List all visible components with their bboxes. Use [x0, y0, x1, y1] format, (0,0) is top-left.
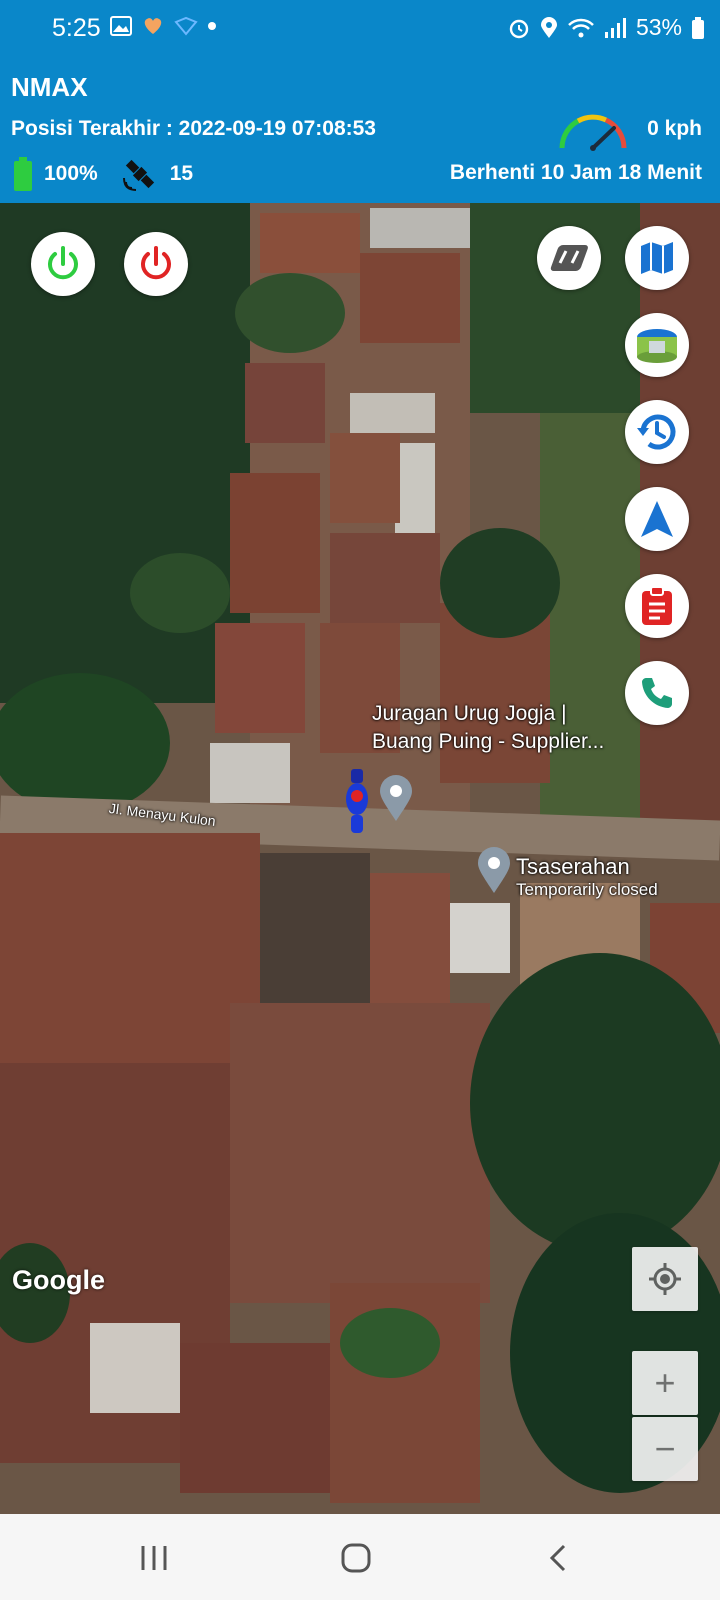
signal-icon [604, 17, 626, 38]
layers-toggle-icon [550, 245, 588, 271]
engine-off-button[interactable] [124, 232, 188, 296]
device-battery-percent: 100% [44, 162, 98, 185]
poi-pin-icon[interactable] [476, 847, 512, 895]
status-bar: 5:25 53% [0, 0, 720, 62]
geofence-button[interactable] [625, 313, 689, 377]
geofence-icon [637, 329, 677, 363]
recent-apps-button[interactable] [124, 1538, 184, 1578]
speedometer-icon [559, 114, 627, 151]
power-off-icon [141, 246, 171, 280]
system-icons: 53% [508, 14, 704, 41]
wifi-icon [568, 18, 594, 37]
navigation-arrow-icon [641, 501, 673, 537]
alarm-icon [509, 19, 529, 38]
battery-percent: 53% [635, 14, 682, 40]
battery-icon [692, 16, 704, 39]
call-button[interactable] [625, 661, 689, 725]
device-info-row: 100% 15 [14, 156, 193, 192]
health-icon [144, 18, 162, 34]
satellite-map[interactable]: Juragan Urug Jogja | Buang Puing - Suppl… [0, 203, 720, 1514]
device-battery-icon [14, 157, 32, 191]
poi-title-line1: Juragan Urug Jogja | [372, 702, 567, 725]
satellite-count: 15 [169, 162, 194, 185]
last-position: Posisi Terakhir : 2022-09-19 07:08:53 [11, 117, 376, 140]
stop-duration: Berhenti 10 Jam 18 Menit [449, 161, 702, 184]
back-button[interactable] [528, 1538, 588, 1578]
vehicle-name: NMAX [11, 72, 88, 102]
home-button[interactable] [326, 1538, 386, 1578]
google-attribution: Google [12, 1265, 105, 1295]
zoom-in-button[interactable]: + [632, 1351, 698, 1415]
navigate-button[interactable] [625, 487, 689, 551]
map-icon [641, 242, 673, 274]
recent-apps-icon [141, 1546, 167, 1570]
history-button[interactable] [625, 400, 689, 464]
poi-title-line2: Buang Puing - Supplier... [372, 730, 605, 753]
power-on-icon [48, 246, 78, 280]
back-icon [549, 1544, 566, 1572]
satellite-icon [122, 159, 154, 191]
crosshair-icon [649, 1263, 681, 1295]
my-location-button[interactable] [632, 1247, 698, 1311]
clipboard-icon [642, 586, 672, 625]
poi-status: Temporarily closed [516, 880, 658, 899]
app-notification-icon [174, 16, 198, 36]
notification-icons [110, 16, 216, 36]
map-view-button[interactable] [625, 226, 689, 290]
status-time: 5:25 [52, 14, 101, 42]
home-icon [341, 1543, 371, 1573]
system-nav-bar [0, 1514, 720, 1600]
zoom-out-button[interactable]: − [632, 1417, 698, 1481]
history-icon [637, 414, 676, 450]
app-header: 5:25 53% NMAX Posisi Terakhir : 2022-09-… [0, 0, 720, 203]
poi-label[interactable]: Tsaserahan Temporarily closed [516, 854, 658, 900]
speed-value: 0 kph [647, 117, 702, 140]
map-type-button[interactable] [537, 226, 601, 290]
phone-icon [642, 678, 672, 708]
more-notifications-dot-icon [208, 22, 216, 30]
vehicle-marker-icon[interactable] [344, 769, 370, 833]
report-button[interactable] [625, 574, 689, 638]
gallery-icon [110, 16, 132, 36]
poi-pin-icon[interactable] [378, 775, 414, 823]
location-icon [540, 16, 557, 38]
poi-label[interactable]: Juragan Urug Jogja | Buang Puing - Suppl… [372, 700, 604, 756]
poi-name: Tsaserahan [516, 854, 630, 879]
engine-on-button[interactable] [31, 232, 95, 296]
